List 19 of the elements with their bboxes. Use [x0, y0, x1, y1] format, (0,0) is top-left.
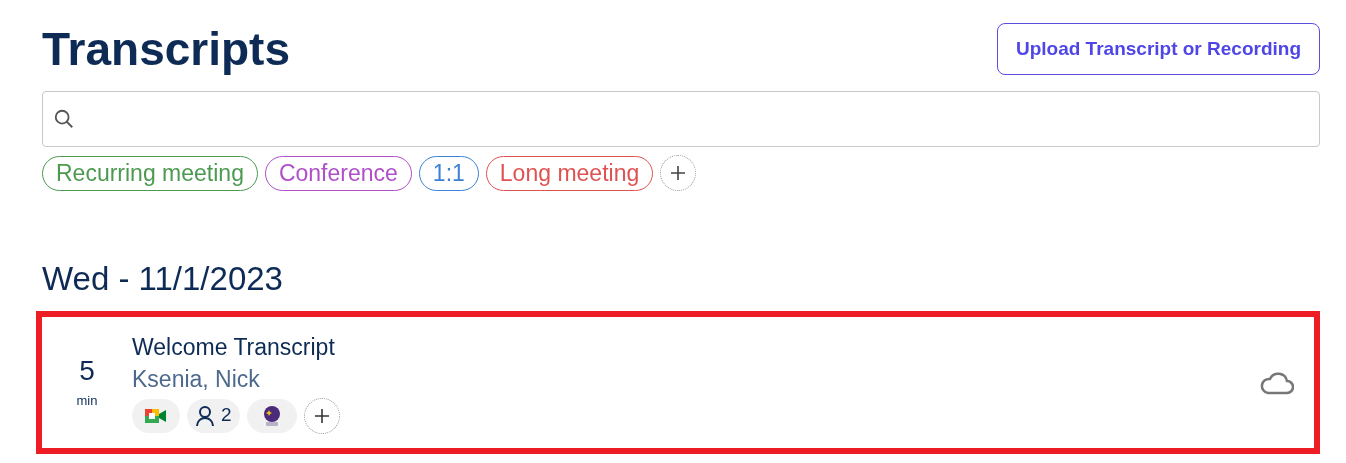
cloud-icon[interactable]	[1260, 370, 1294, 395]
date-heading: Wed - 11/1/2023	[42, 259, 284, 299]
duration-unit: min	[76, 391, 98, 410]
attendees-chip[interactable]: 2	[187, 398, 240, 433]
search-icon	[53, 108, 75, 130]
transcript-card[interactable]: 5 min Welcome Transcript Ksenia, Nick 2	[36, 311, 1320, 454]
upload-button[interactable]: Upload Transcript or Recording	[996, 23, 1320, 75]
person-icon	[195, 404, 215, 427]
video-meeting-chip[interactable]	[132, 398, 180, 433]
transcript-title: Welcome Transcript	[132, 332, 336, 362]
crystal-ball-chip[interactable]	[246, 398, 297, 433]
plus-icon	[669, 164, 688, 182]
participants: Ksenia, Nick	[132, 364, 261, 394]
page-title: Transcripts	[42, 22, 290, 76]
video-camera-icon	[144, 406, 168, 425]
plus-icon	[312, 406, 331, 425]
search-field[interactable]	[42, 91, 1320, 147]
duration-value: 5	[79, 354, 95, 387]
crystal-ball-icon	[261, 404, 282, 427]
